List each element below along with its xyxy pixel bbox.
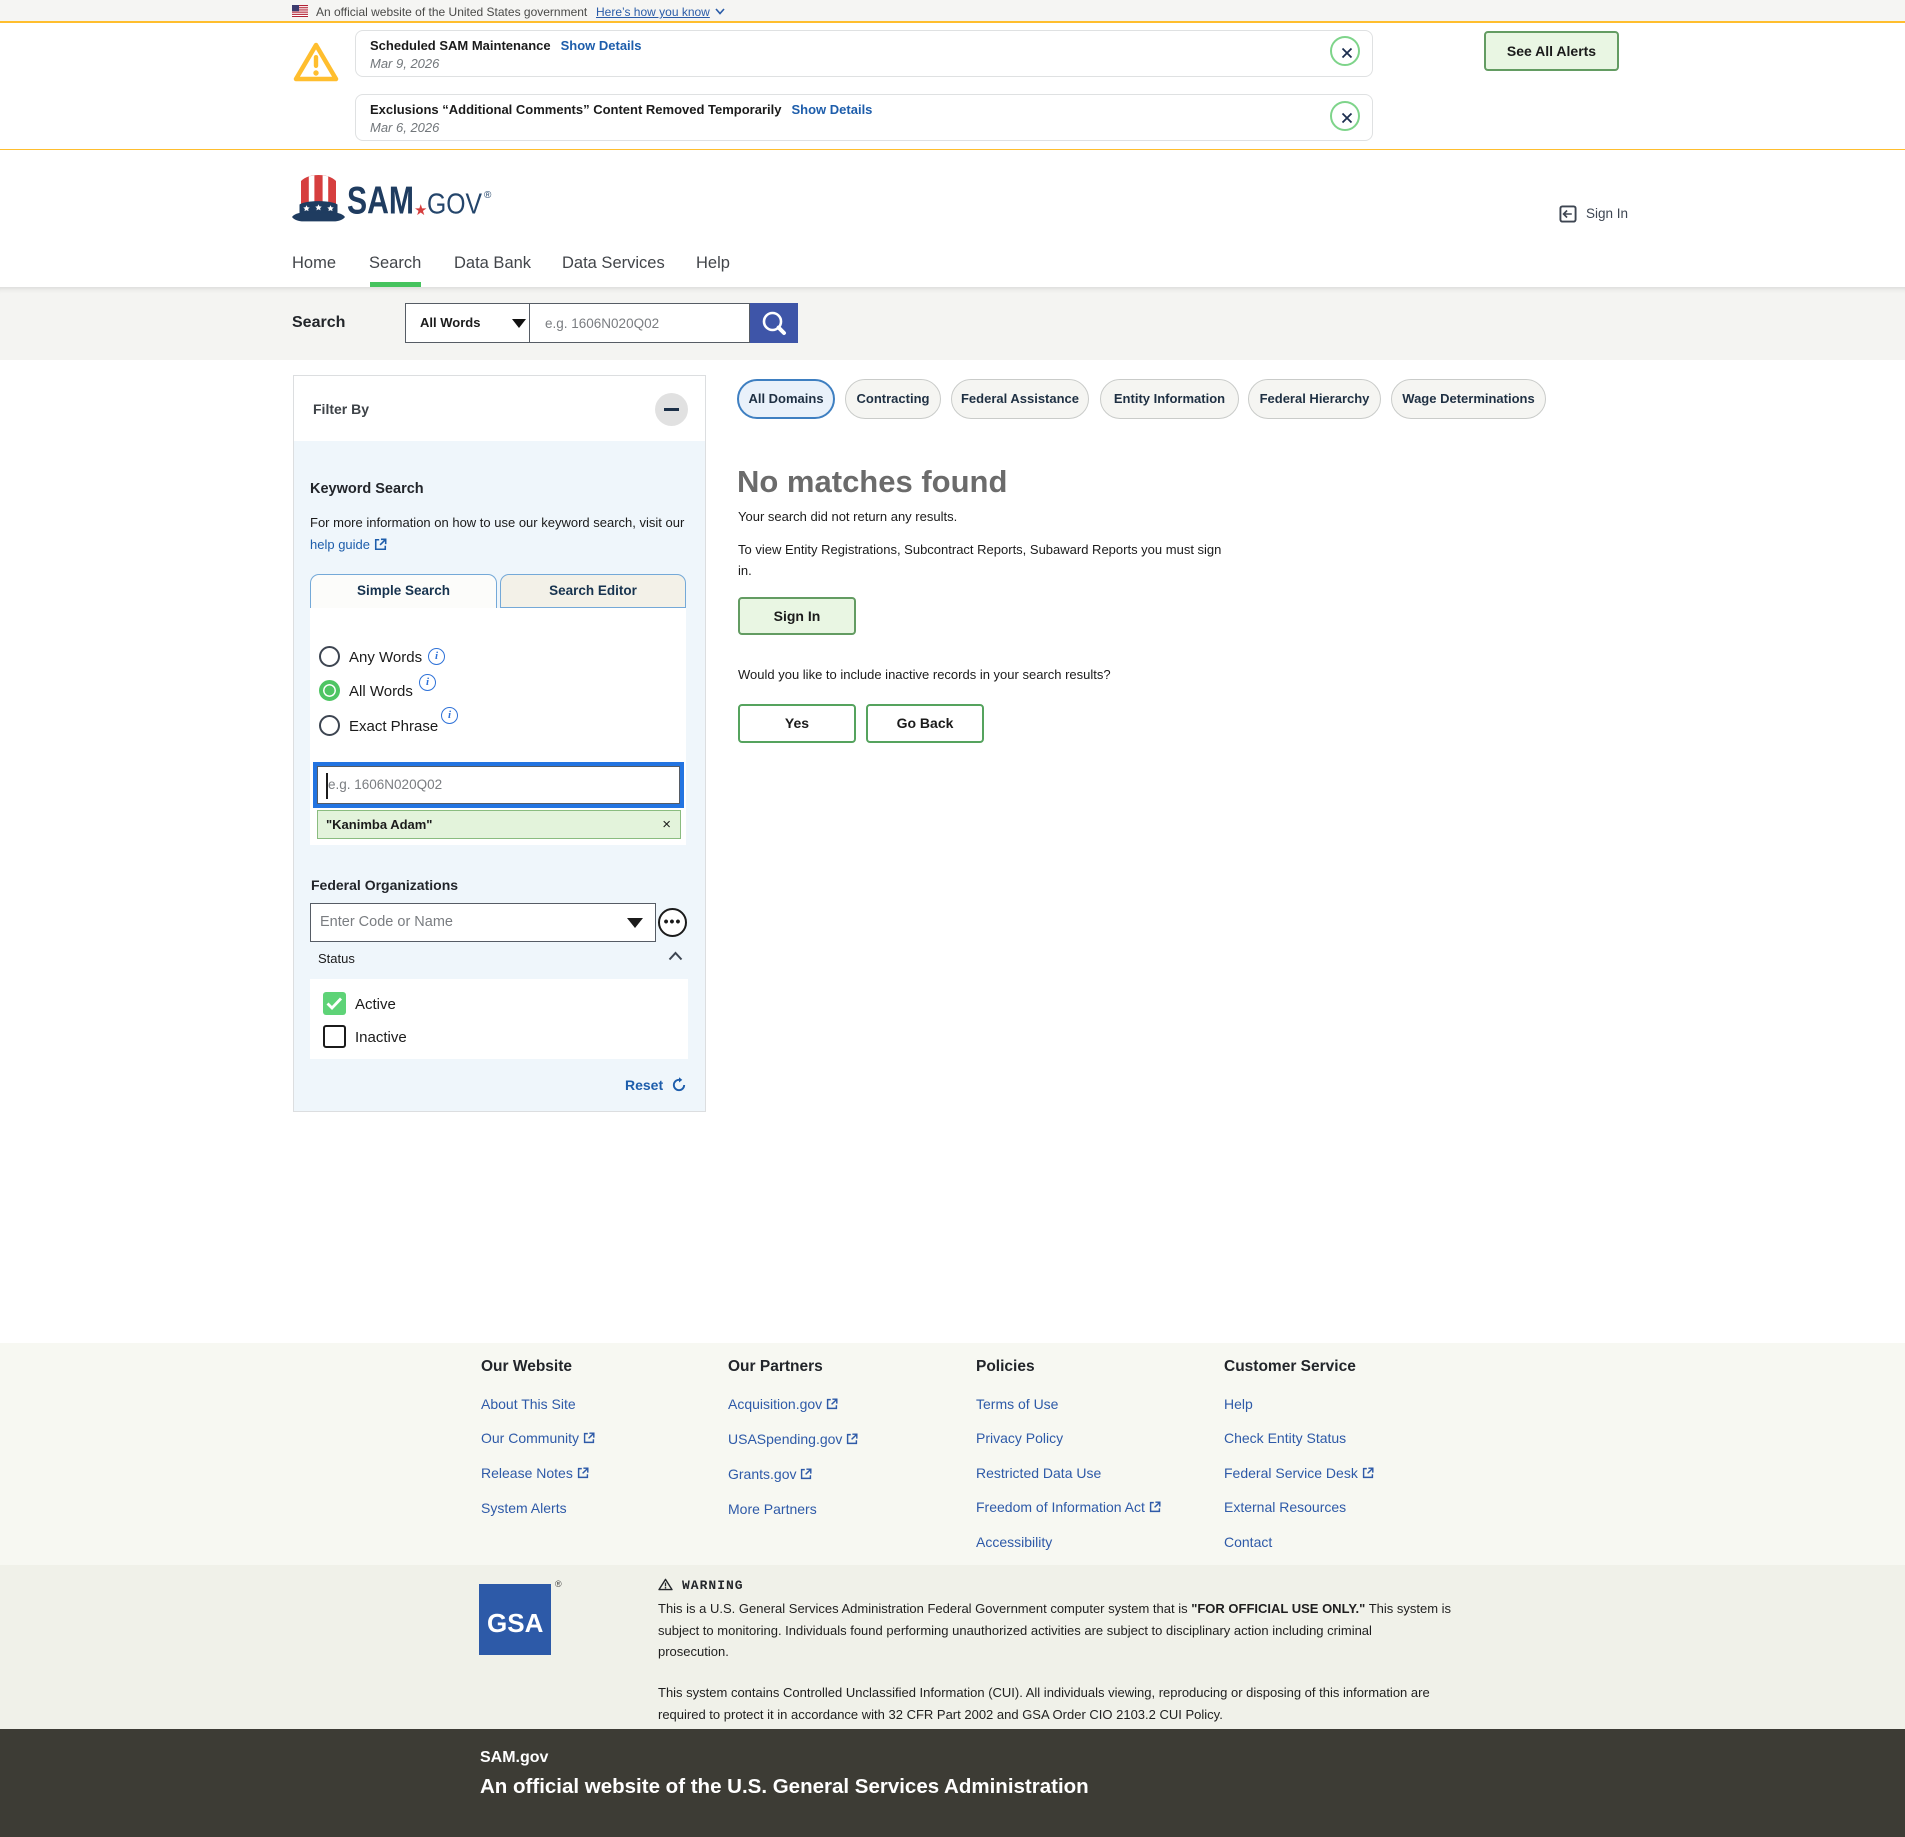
svg-text:★: ★ [414,202,427,219]
svg-text:SAM: SAM [347,180,414,223]
svg-text:GOV: GOV [427,189,483,221]
svg-text:®: ® [484,190,492,201]
